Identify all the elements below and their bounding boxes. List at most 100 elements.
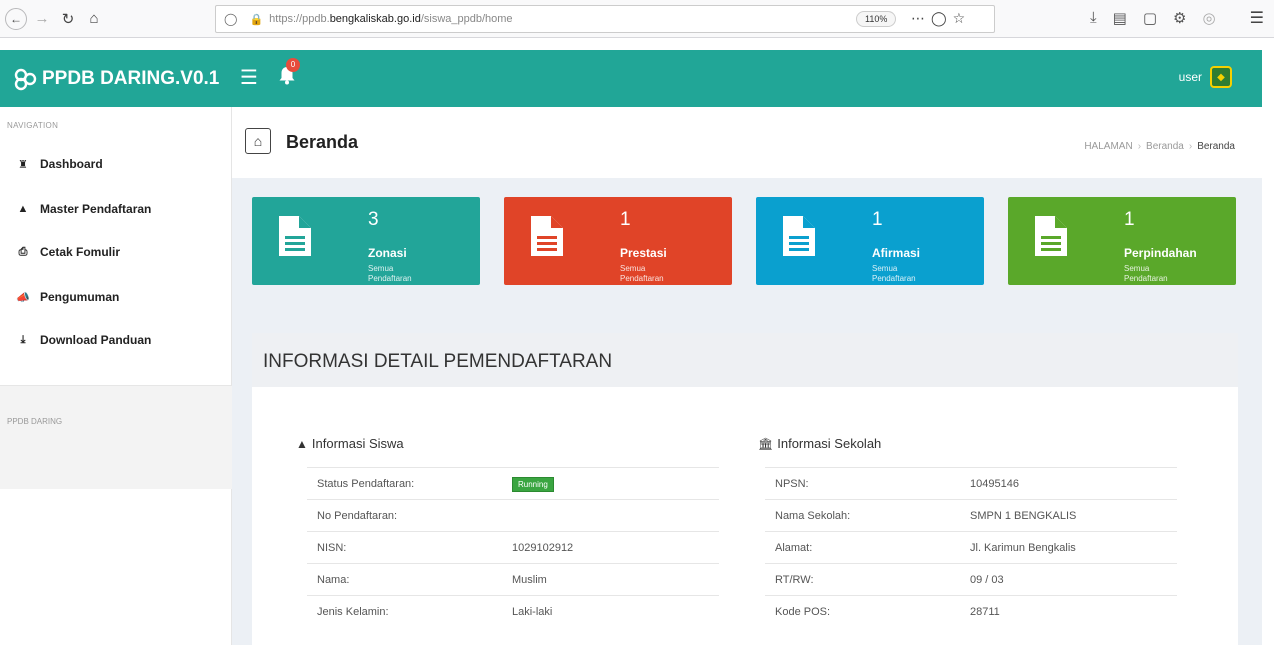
user-icon: ▲ [17,203,29,215]
row-label: Status Pendaftaran: [307,467,502,500]
extension-icon[interactable]: ⚙ [1173,9,1186,27]
table-row: Alamat: Jl. Karimun Bengkalis [765,531,1177,564]
reload-icon[interactable]: ↻ [57,8,79,30]
siswa-info-table: Status Pendaftaran: Running No Pendaftaran… [307,467,719,628]
tile-sub: Semua Pendaftaran [620,264,664,283]
breadcrumb-item[interactable]: HALAMAN [1084,141,1132,152]
table-row: NISN: 1029102912 [307,531,719,564]
row-value: 1029102912 [502,531,719,564]
row-value: Muslim [502,563,719,596]
forward-arrow-icon[interactable]: → [31,8,53,30]
tracking-shield-icon[interactable]: ◯ [224,12,237,26]
home-icon: ♜ [18,158,28,171]
extension-2-icon[interactable]: ◎ [1202,9,1215,27]
tile-count: 1 [620,209,631,230]
app-header: PPDB DARING.V0.1 ☰ 0 user ◆ [0,50,1262,107]
lock-icon[interactable]: 🔒 [249,13,263,26]
row-label: Nama: [307,563,502,596]
page-header: ⌂ Beranda HALAMAN › Beranda › Beranda [232,107,1262,178]
page-title: Beranda [286,132,359,152]
row-label: No Pendaftaran: [307,499,502,532]
tile-label: Prestasi [620,246,667,260]
section-title-siswa: ▲ Informasi Siswa [296,436,404,451]
pocket-icon[interactable]: ◯ [931,10,953,26]
bookmark-star-icon[interactable]: ☆ [953,10,972,26]
breadcrumb-current: Beranda [1197,141,1235,152]
more-actions-icon[interactable]: ⋯ [911,10,931,26]
url-text: https://ppdb.bengkaliskab.go.id/siswa_pp… [269,13,513,25]
tile-count: 3 [368,209,379,230]
address-bar[interactable]: ◯ 🔒 https://ppdb.bengkaliskab.go.id/sisw… [215,5,995,33]
tile-sub: Semua Pendaftaran [872,264,916,283]
back-arrow-icon[interactable]: ← [5,7,27,30]
browser-menu-icon[interactable]: ☰ [1250,8,1264,28]
nav-heading: NAVIGATION [7,121,59,130]
table-row: No Pendaftaran: [307,499,719,532]
row-label: Kode POS: [765,595,960,628]
row-value: Jl. Karimun Bengkalis [960,531,1177,564]
row-label: RT/RW: [765,563,960,596]
breadcrumb-item[interactable]: Beranda [1146,141,1184,152]
downloads-icon[interactable]: ⤓ [1090,9,1097,27]
tile-label: Zonasi [368,246,407,260]
menu-toggle-icon[interactable]: ☰ [240,65,258,90]
user-name: user [1178,70,1202,84]
table-row: Nama Sekolah: SMPN 1 BENGKALIS [765,499,1177,532]
panel-title: INFORMASI DETAIL PEMENDAFTARAN [263,351,613,372]
library-icon[interactable]: ▤ [1113,9,1127,27]
document-icon [783,216,815,256]
download-icon: ⤓ [20,333,26,346]
sidebar-footer: PPDB DARING [0,385,232,489]
panel-header: INFORMASI DETAIL PEMENDAFTARAN [252,333,1238,387]
print-icon: ⎙ [18,245,28,258]
row-label: Nama Sekolah: [765,499,960,532]
row-value: 09 / 03 [960,563,1177,596]
tile-sub: Semua Pendaftaran [368,264,412,283]
table-row: NPSN: 10495146 [765,467,1177,500]
tile-count: 1 [1124,209,1135,230]
status-badge: Running [512,476,554,492]
sekolah-info-table: NPSN: 10495146 Nama Sekolah: SMPN 1 BENGKAL… [765,467,1177,628]
table-row: RT/RW: 09 / 03 [765,563,1177,596]
document-icon [1035,216,1067,256]
stat-tile-zonasi[interactable]: 3 Zonasi Semua Pendaftaran [252,197,480,285]
browser-toolbar: ← → ↻ ⌂ ◯ 🔒 https://ppdb.bengkaliskab.go… [0,0,1274,38]
document-icon [279,216,311,256]
table-row: Nama: Muslim [307,563,719,596]
sidebar-item-master-pendaftaran[interactable]: ▲ Master Pendaftaran [16,202,152,216]
table-row: Status Pendaftaran: Running [307,467,719,500]
document-icon [531,216,563,256]
sidebar-item-label: Download Panduan [40,333,152,347]
brand-title: PPDB DARING.V0.1 [42,67,220,89]
brand[interactable]: PPDB DARING.V0.1 [0,50,232,107]
breadcrumb: HALAMAN › Beranda › Beranda [1084,141,1235,152]
stat-tile-perpindahan[interactable]: 1 Perpindahan Semua Pendaftaran [1008,197,1236,285]
table-row: Jenis Kelamin: Laki-laki [307,595,719,628]
row-label: NPSN: [765,467,960,500]
sidebar-toggle-icon[interactable]: ▢ [1143,9,1157,27]
page-actions[interactable]: ⋯◯☆ [911,10,971,27]
sidebar-item-label: Master Pendaftaran [40,202,152,216]
stat-tile-prestasi[interactable]: 1 Prestasi Semua Pendaftaran [504,197,732,285]
sidebar-item-label: Cetak Fomulir [40,245,121,259]
stat-tile-afirmasi[interactable]: 1 Afirmasi Semua Pendaftaran [756,197,984,285]
sidebar-item-pengumuman[interactable]: 📣 Pengumuman [16,290,119,304]
zoom-indicator[interactable]: 110% [856,11,897,27]
row-value: SMPN 1 BENGKALIS [960,499,1177,532]
tile-sub: Semua Pendaftaran [1124,264,1168,283]
sidebar-item-cetak-fomulir[interactable]: ⎙ Cetak Fomulir [16,245,120,259]
row-label: NISN: [307,531,502,564]
detail-panel: INFORMASI DETAIL PEMENDAFTARAN ▲ Informas… [252,333,1238,645]
row-value [502,499,719,532]
tile-label: Afirmasi [872,246,921,260]
tile-count: 1 [872,209,883,230]
sidebar-item-label: Pengumuman [40,290,120,304]
row-value: Running [502,467,719,500]
row-value: 28711 [960,595,1177,628]
row-label: Jenis Kelamin: [307,595,502,628]
user-menu[interactable]: user ◆ [1179,66,1232,88]
user-icon: ▲ [296,437,308,451]
home-icon[interactable]: ⌂ [83,8,105,30]
sidebar-item-dashboard[interactable]: ♜ Dashboard [16,157,103,171]
sidebar-item-download-panduan[interactable]: ⤓ Download Panduan [16,333,152,347]
